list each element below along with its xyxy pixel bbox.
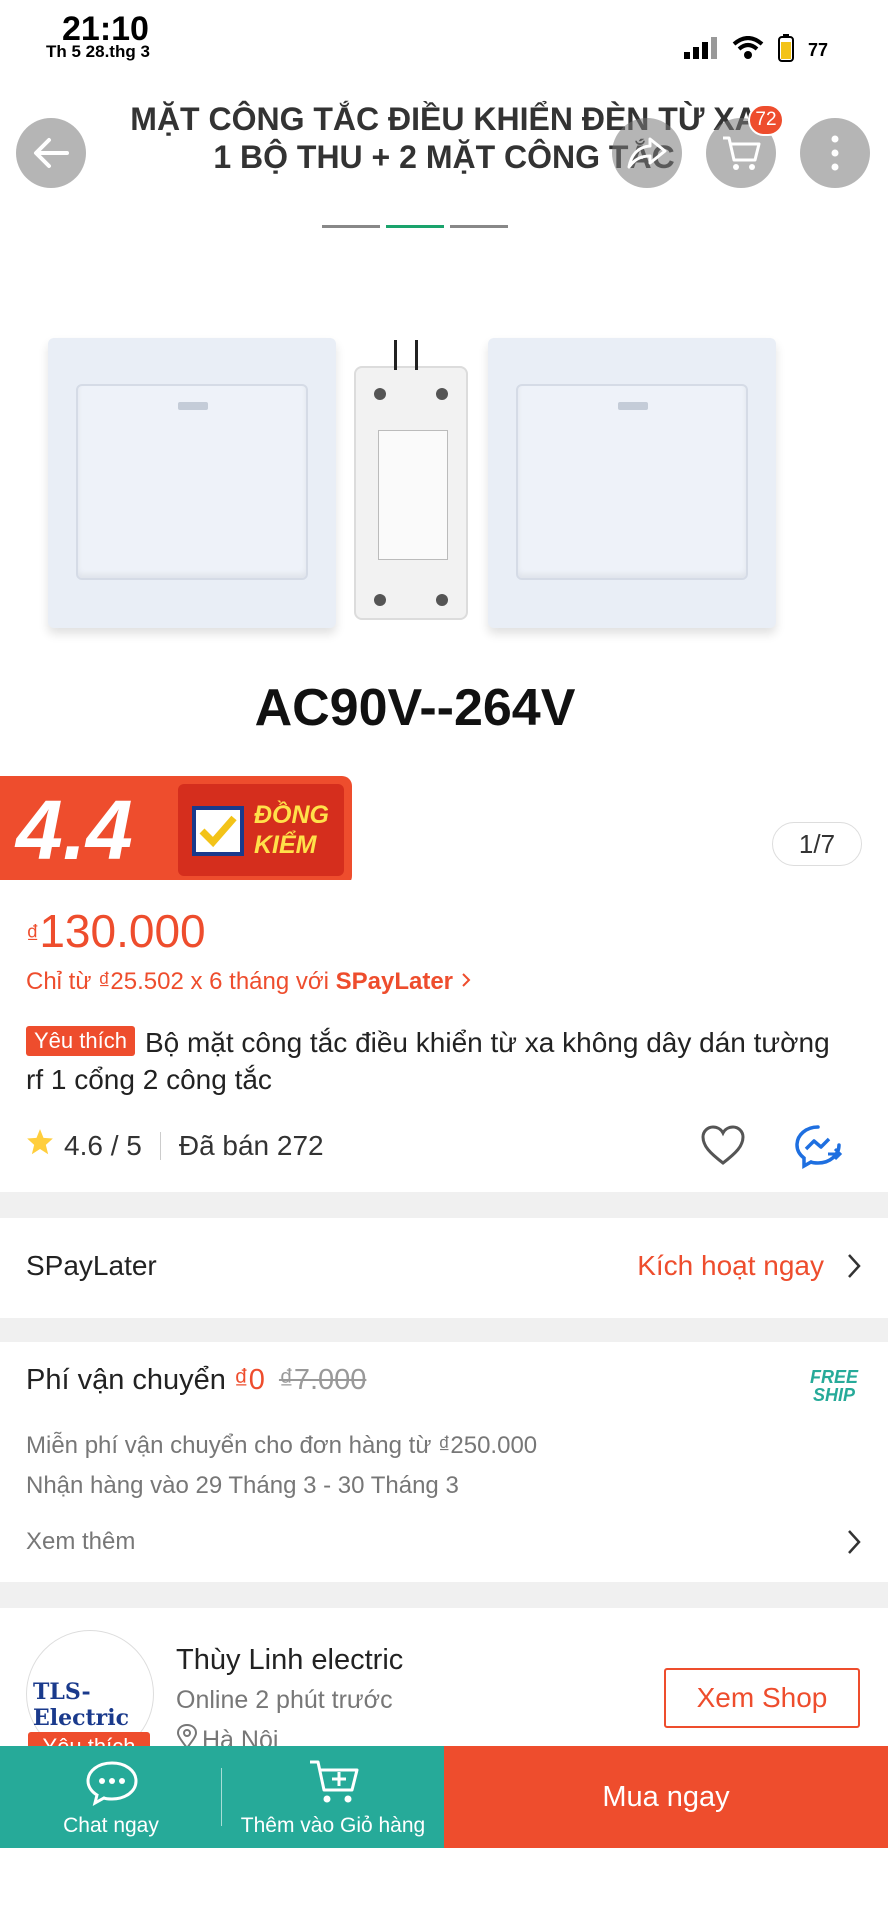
shop-online-status: Online 2 phút trước — [176, 1686, 393, 1714]
screw-hole — [374, 388, 386, 400]
bottom-action-bar: Chat ngay Thêm vào Giỏ hàng Mua ngay — [0, 1746, 888, 1848]
shop-section: TLS-Electric Yêu thích Thùy Linh electri… — [0, 1608, 888, 1762]
screw-hole — [436, 388, 448, 400]
product-image-gallery[interactable]: MẶT CÔNG TẮC ĐIỀU KHIỂN ĐÈN TỪ XA 1 BỘ T… — [0, 70, 888, 880]
spaylater-row[interactable]: SPayLater Kích hoạt ngay — [0, 1218, 888, 1318]
battery-level: 77 — [807, 40, 828, 60]
price-value: 130.000 — [39, 905, 206, 957]
add-to-cart-label: Thêm vào Giỏ hàng — [240, 1814, 426, 1837]
shop-logo-text: TLS-Electric — [33, 1679, 130, 1731]
chat-now-label: Chat ngay — [63, 1814, 159, 1837]
arrow-left-icon — [34, 138, 69, 168]
chevron-right-icon — [460, 968, 472, 995]
screw-hole — [374, 594, 386, 606]
signal-icon — [683, 37, 718, 64]
carousel-dot — [450, 225, 508, 228]
freeship-icon: FREE SHIP — [810, 1368, 858, 1404]
cart-count-badge: 72 — [748, 104, 784, 136]
switch-led — [178, 402, 208, 410]
switch-plate — [516, 384, 748, 580]
like-button[interactable] — [700, 1124, 746, 1171]
receiver-label — [378, 430, 448, 560]
installment-brand: SPayLater — [335, 968, 454, 995]
add-cart-icon — [310, 1760, 359, 1803]
shipping-section: Phí vận chuyển ₫0 ₫7.000 FREE SHIP Miễn ph… — [0, 1342, 888, 1582]
view-shop-button[interactable]: Xem Shop — [664, 1668, 860, 1728]
cart-icon — [723, 136, 761, 170]
rating-value: 4.6 / 5 — [64, 1129, 142, 1161]
chevron-right-icon — [846, 1252, 862, 1285]
shipping-info-line: Miễn phí vận chuyển cho đơn hàng từ ₫250… — [26, 1432, 538, 1459]
messenger-icon — [795, 1125, 843, 1170]
home-indicator-area — [0, 1848, 888, 1920]
switch-panel-left — [48, 338, 336, 628]
receiver-wire — [394, 340, 418, 370]
section-gap — [0, 1318, 888, 1342]
voltage-label: AC90V--264V — [254, 679, 576, 737]
shipping-old-fee: ₫7.000 — [278, 1364, 367, 1396]
price-currency: ₫ — [26, 919, 40, 949]
section-gap — [0, 1192, 888, 1218]
shop-name[interactable]: Thùy Linh electric — [176, 1644, 403, 1677]
share-button[interactable] — [612, 118, 682, 188]
heart-icon — [701, 1125, 745, 1165]
favorite-tag: Yêu thích — [26, 1026, 135, 1056]
divider — [159, 1131, 161, 1160]
installment-link[interactable]: Chỉ từ ₫25.502 x 6 tháng với SPayLater — [26, 968, 472, 996]
shipping-label: Phí vận chuyển — [26, 1364, 226, 1396]
status-icons: 77 — [683, 34, 828, 67]
battery-icon — [777, 34, 794, 67]
wifi-icon — [732, 36, 764, 65]
image-page-indicator: 1/7 — [772, 822, 862, 866]
more-vertical-icon — [831, 135, 839, 171]
cart-button[interactable]: 72 — [706, 104, 784, 188]
screw-hole — [436, 594, 448, 606]
chat-icon — [86, 1761, 138, 1806]
status-bar: 21:10 Th 5 28.thg 3 77 — [0, 0, 888, 70]
chevron-right-icon[interactable] — [846, 1528, 862, 1561]
switch-panel-right — [488, 338, 776, 628]
shipping-fee: ₫0 — [233, 1364, 265, 1396]
back-button[interactable] — [16, 118, 86, 188]
dong-kiem-line-1: ĐỒNG — [254, 801, 329, 829]
freeship-line-2: SHIP — [812, 1385, 855, 1405]
share-icon — [627, 137, 667, 169]
more-options-button[interactable] — [800, 118, 870, 188]
installment-text: Chỉ từ ₫25.502 x 6 tháng với — [26, 968, 336, 995]
spaylater-label: SPayLater — [26, 1250, 157, 1281]
check-icon — [192, 806, 244, 856]
receiver-module — [354, 340, 468, 620]
freeship-line-1: FREE — [809, 1367, 858, 1387]
section-gap — [0, 1582, 888, 1608]
product-stats: 4.6 / 5 Đã bán 272 — [26, 1128, 324, 1163]
buy-now-button[interactable]: Mua ngay — [444, 1746, 888, 1848]
share-messenger-button[interactable] — [794, 1124, 844, 1175]
shipping-see-more-link[interactable]: Xem thêm — [26, 1528, 135, 1556]
chat-now-button[interactable]: Chat ngay — [0, 1746, 222, 1848]
switch-plate — [76, 384, 308, 580]
star-icon — [26, 1128, 54, 1163]
sold-count: Đã bán 272 — [178, 1129, 324, 1161]
product-price: ₫130.000 — [26, 904, 206, 958]
carousel-dot-active — [386, 225, 444, 228]
rating-dong-kiem-badge: 4.4 ĐỒNG KIỂM — [0, 776, 352, 880]
carousel-dots — [322, 225, 508, 228]
delivery-date-line: Nhận hàng vào 29 Tháng 3 - 30 Tháng 3 — [26, 1472, 459, 1499]
shipping-header: Phí vận chuyển ₫0 ₫7.000 — [26, 1364, 366, 1397]
rating-badge-value: 4.4 — [16, 783, 133, 877]
product-title-text: Bộ mặt công tắc điều khiển từ xa không d… — [26, 1027, 830, 1095]
dong-kiem-text: ĐỒNG KIỂM — [254, 800, 329, 860]
dong-kiem-line-2: KIỂM — [254, 831, 317, 859]
product-title: Yêu thích Bộ mặt công tắc điều khiển từ x… — [26, 1024, 846, 1098]
add-to-cart-button[interactable]: Thêm vào Giỏ hàng — [222, 1746, 444, 1848]
status-date: Th 5 28.thg 3 — [46, 42, 150, 61]
dong-kiem-tag: ĐỒNG KIỂM — [178, 784, 344, 876]
carousel-dot — [322, 225, 380, 228]
spaylater-activate-link[interactable]: Kích hoạt ngay — [637, 1250, 824, 1282]
switch-led — [618, 402, 648, 410]
